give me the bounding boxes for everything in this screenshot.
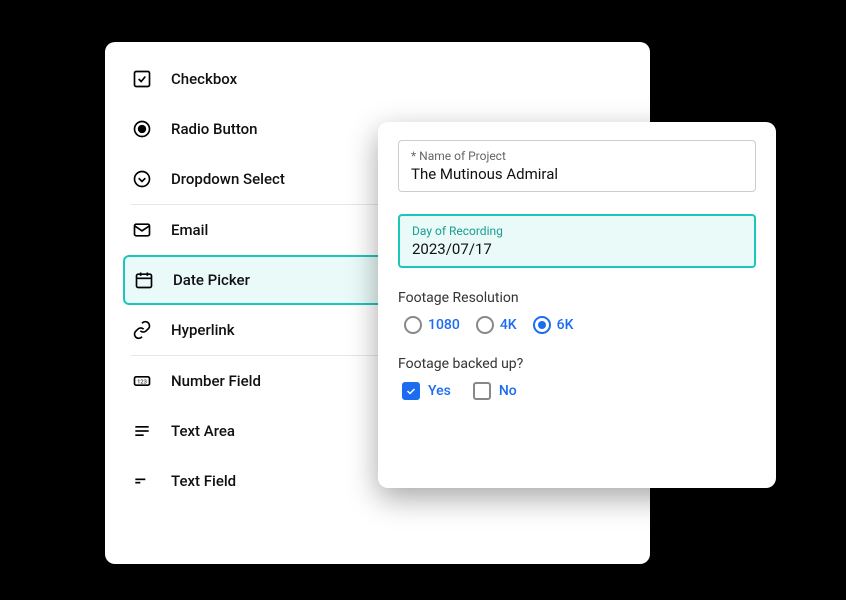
checkbox-icon xyxy=(473,382,491,400)
backup-option-no[interactable]: No xyxy=(473,382,517,400)
resolution-option-label: 6K xyxy=(557,317,574,333)
field-type-label: Date Picker xyxy=(173,271,250,289)
recording-date-input[interactable]: Day of Recording 2023/07/17 xyxy=(398,214,756,268)
resolution-option-4k[interactable]: 4K xyxy=(476,316,517,334)
resolution-option-label: 4K xyxy=(500,317,517,333)
checkbox-icon xyxy=(402,382,420,400)
project-name-label: * Name of Project xyxy=(411,149,743,163)
backup-label: Footage backed up? xyxy=(398,356,756,372)
resolution-options: 1080 4K 6K xyxy=(398,316,756,334)
resolution-section: Footage Resolution 1080 4K 6K xyxy=(398,290,756,334)
field-type-label: Number Field xyxy=(171,372,261,390)
field-type-label: Hyperlink xyxy=(171,321,235,339)
dropdown-icon xyxy=(131,168,153,190)
field-type-label: Email xyxy=(171,221,208,239)
link-icon xyxy=(131,319,153,341)
checkbox-icon xyxy=(131,68,153,90)
project-name-value: The Mutinous Admiral xyxy=(411,165,743,183)
calendar-icon xyxy=(133,269,155,291)
radio-icon xyxy=(131,118,153,140)
radio-circle-icon xyxy=(533,316,551,334)
field-type-label: Checkbox xyxy=(171,70,237,88)
resolution-option-6k[interactable]: 6K xyxy=(533,316,574,334)
recording-date-label: Day of Recording xyxy=(412,224,742,238)
svg-text:123: 123 xyxy=(137,380,147,386)
radio-circle-icon xyxy=(476,316,494,334)
field-type-label: Radio Button xyxy=(171,120,258,138)
field-type-label: Text Field xyxy=(171,472,236,490)
backup-options: Yes No xyxy=(398,382,756,400)
resolution-label: Footage Resolution xyxy=(398,290,756,306)
backup-section: Footage backed up? Yes No xyxy=(398,356,756,400)
backup-option-yes[interactable]: Yes xyxy=(402,382,451,400)
radio-circle-icon xyxy=(404,316,422,334)
number-icon: 123 xyxy=(131,370,153,392)
project-name-input[interactable]: * Name of Project The Mutinous Admiral xyxy=(398,140,756,192)
email-icon xyxy=(131,219,153,241)
resolution-option-1080[interactable]: 1080 xyxy=(404,316,460,334)
field-type-label: Text Area xyxy=(171,422,235,440)
field-type-checkbox[interactable]: Checkbox xyxy=(105,54,650,104)
backup-option-label: No xyxy=(499,383,517,399)
recording-date-value: 2023/07/17 xyxy=(412,240,742,258)
field-type-label: Dropdown Select xyxy=(171,170,285,188)
form-preview-panel: * Name of Project The Mutinous Admiral D… xyxy=(378,122,776,488)
resolution-option-label: 1080 xyxy=(428,317,460,333)
textarea-icon xyxy=(131,420,153,442)
textfield-icon xyxy=(131,470,153,492)
backup-option-label: Yes xyxy=(428,383,451,399)
